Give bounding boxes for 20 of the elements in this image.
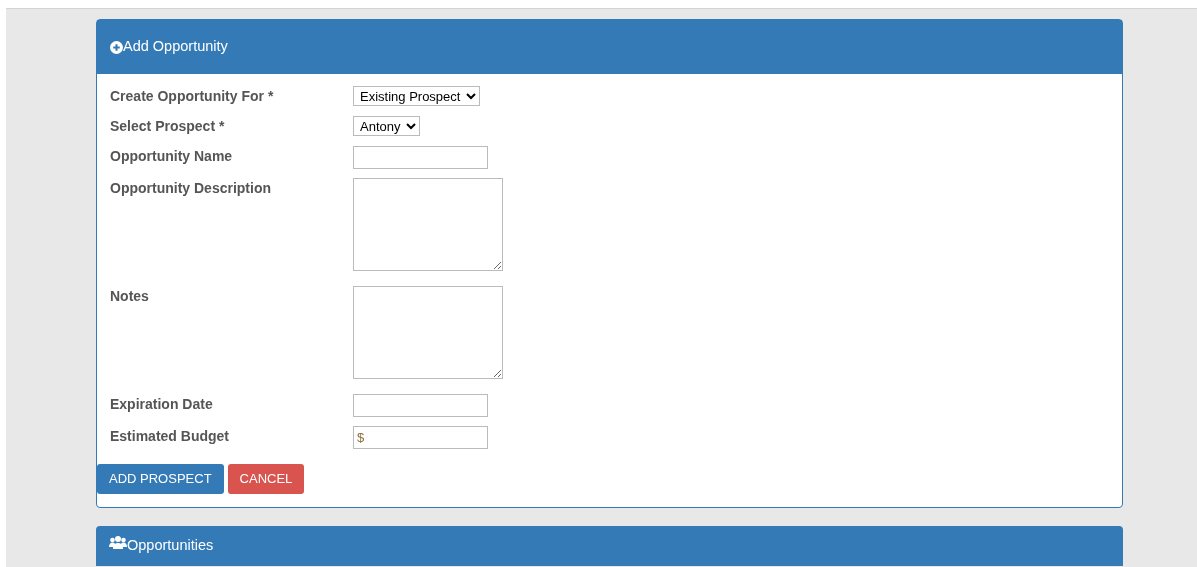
dropdown[interactable]: Antony bbox=[353, 116, 420, 136]
field-label: Expiration Date bbox=[110, 395, 214, 414]
field-label: Select Prospect * bbox=[110, 117, 226, 136]
users-icon bbox=[109, 535, 127, 549]
text-area[interactable] bbox=[353, 178, 503, 271]
field-label: Create Opportunity For * bbox=[110, 87, 275, 106]
panel-title: Opportunities bbox=[127, 536, 214, 555]
dropdown[interactable]: Existing Prospect bbox=[353, 86, 480, 106]
field-label: Notes bbox=[110, 287, 150, 306]
plus-circle-icon bbox=[110, 40, 123, 54]
text-area[interactable] bbox=[353, 286, 503, 379]
input-field[interactable] bbox=[353, 394, 488, 417]
add-button[interactable]: ADD PROSPECT bbox=[97, 464, 224, 494]
input-field[interactable] bbox=[353, 146, 488, 169]
field-label: Opportunity Description bbox=[110, 179, 272, 198]
field-label: Estimated Budget bbox=[110, 427, 230, 446]
input-field[interactable]: $ bbox=[353, 426, 488, 449]
field-label: Opportunity Name bbox=[110, 147, 234, 166]
cancel-button[interactable]: CANCEL bbox=[227, 464, 305, 494]
panel-title: Add Opportunity bbox=[123, 37, 228, 57]
